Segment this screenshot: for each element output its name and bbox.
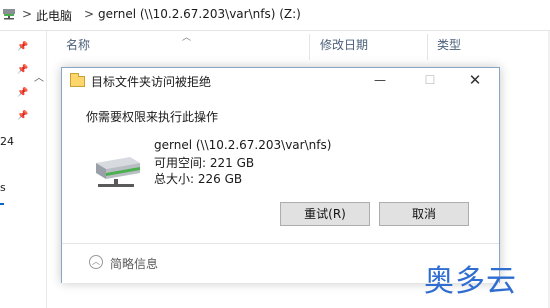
access-denied-dialog: 目标文件夹访问被拒绝 — ☐ ✕ 你需要权限来执行此操作 gernel (\\1…: [61, 67, 500, 283]
drive-name: gernel (\\10.2.67.203\var\nfs): [154, 138, 332, 152]
dialog-titlebar[interactable]: 目标文件夹访问被拒绝 — ☐ ✕: [62, 68, 499, 94]
maximize-button: ☐: [424, 73, 436, 87]
network-drive-icon: [96, 157, 140, 187]
cancel-button[interactable]: 取消: [379, 202, 469, 226]
pin-icon[interactable]: 📌: [17, 112, 28, 121]
retry-button[interactable]: 重试(R): [280, 202, 370, 226]
fewer-details-link[interactable]: 简略信息: [110, 255, 158, 272]
nav-item-fragment: [0, 203, 4, 205]
column-header-name[interactable]: 名称: [66, 36, 90, 60]
column-divider[interactable]: [427, 34, 428, 60]
drive-total-size: 总大小: 226 GB: [154, 172, 243, 186]
nav-item-fragment[interactable]: 24: [0, 135, 14, 148]
breadcrumb-network-drive[interactable]: gernel (\\10.2.67.203\var\nfs) (Z:): [98, 7, 301, 21]
nav-item-fragment[interactable]: s: [0, 181, 6, 194]
dialog-message: 你需要权限来执行此操作: [86, 110, 219, 124]
minimize-button[interactable]: —: [362, 68, 398, 94]
watermark: 奥多云: [424, 264, 517, 299]
pin-icon[interactable]: 📌: [17, 66, 28, 75]
folder-icon: [70, 73, 85, 87]
column-divider[interactable]: [309, 34, 310, 60]
network-drive-icon: [3, 9, 15, 20]
drive-free-space: 可用空间: 221 GB: [154, 156, 255, 170]
breadcrumb-this-pc[interactable]: 此电脑: [36, 7, 72, 24]
chevron-up-circle-icon[interactable]: ︿: [89, 255, 103, 269]
sort-ascending-icon: ︿: [182, 33, 192, 43]
address-bar[interactable]: > 此电脑 > gernel (\\10.2.67.203\var\nfs) (…: [0, 0, 550, 31]
breadcrumb-separator: >: [84, 7, 95, 21]
pin-icon[interactable]: 📌: [17, 43, 28, 52]
chevron-up-icon[interactable]: ︿: [34, 69, 44, 84]
pin-icon[interactable]: 📌: [17, 89, 28, 98]
close-button[interactable]: ✕: [457, 68, 493, 94]
navigation-pane[interactable]: ︿ 📌 📌 📌 📌 24 s: [0, 31, 47, 308]
breadcrumb-separator: >: [22, 7, 33, 21]
column-header-type[interactable]: 类型: [437, 36, 461, 60]
column-header-date[interactable]: 修改日期: [320, 36, 368, 60]
dialog-title: 目标文件夹访问被拒绝: [91, 75, 212, 89]
